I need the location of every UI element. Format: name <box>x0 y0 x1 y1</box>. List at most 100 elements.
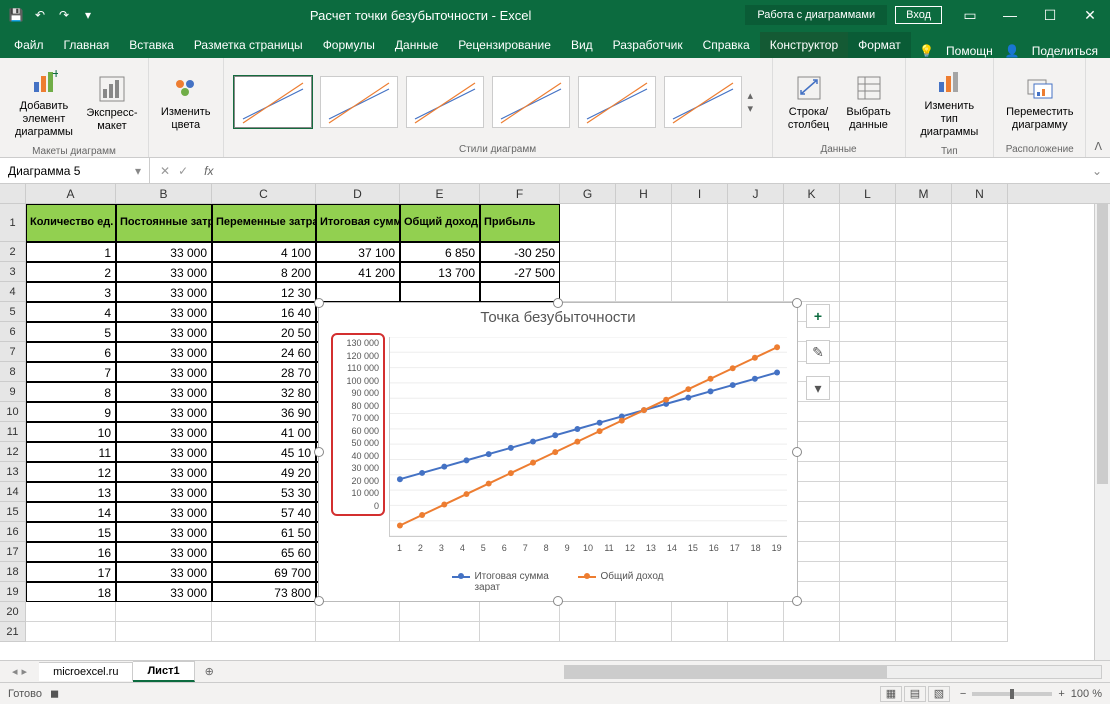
cell[interactable]: 16 <box>26 542 116 562</box>
table-header-cell[interactable]: Общий доход <box>400 204 480 242</box>
close-icon[interactable]: ✕ <box>1070 0 1110 30</box>
chart-handle[interactable] <box>792 447 802 457</box>
chart-handle[interactable] <box>553 596 563 606</box>
cell[interactable] <box>896 402 952 422</box>
cell[interactable] <box>952 562 1008 582</box>
table-header-cell[interactable]: Постоянные затраты <box>116 204 212 242</box>
cell[interactable]: 49 20 <box>212 462 316 482</box>
cell[interactable]: 20 50 <box>212 322 316 342</box>
chart-handle[interactable] <box>553 298 563 308</box>
sheet-tab-1[interactable]: microexcel.ru <box>39 662 133 681</box>
cell[interactable]: -27 500 <box>480 262 560 282</box>
cancel-formula-icon[interactable]: ✕ <box>160 164 170 178</box>
cell[interactable]: 2 <box>26 262 116 282</box>
column-header[interactable]: E <box>400 184 480 203</box>
add-sheet-button[interactable]: ⊕ <box>195 665 224 678</box>
cell[interactable] <box>840 302 896 322</box>
tab-format[interactable]: Формат <box>848 32 911 58</box>
cell[interactable] <box>840 382 896 402</box>
change-colors-button[interactable]: Изменить цвета <box>157 68 215 136</box>
chart-styles-gallery[interactable]: ▴▾ <box>232 62 764 142</box>
cell[interactable] <box>952 362 1008 382</box>
column-header[interactable]: G <box>560 184 616 203</box>
cell[interactable] <box>560 282 616 302</box>
chart-elements-button[interactable]: + <box>806 304 830 328</box>
cell[interactable]: -30 250 <box>480 242 560 262</box>
cell[interactable] <box>952 382 1008 402</box>
cell[interactable] <box>896 382 952 402</box>
tab-help-right[interactable]: Помощн <box>946 44 993 58</box>
styles-more-icon[interactable]: ▴▾ <box>748 89 764 115</box>
cell[interactable]: 33 000 <box>116 362 212 382</box>
tab-home[interactable]: Главная <box>54 32 120 58</box>
chart-handle[interactable] <box>314 447 324 457</box>
cell[interactable] <box>896 422 952 442</box>
expand-formula-icon[interactable]: ⌄ <box>1084 164 1110 178</box>
cell[interactable]: 16 40 <box>212 302 316 322</box>
cell[interactable]: 8 <box>26 382 116 402</box>
cell[interactable]: 5 <box>26 322 116 342</box>
cell[interactable] <box>952 402 1008 422</box>
cell[interactable] <box>840 562 896 582</box>
cell[interactable] <box>896 562 952 582</box>
cell[interactable] <box>952 582 1008 602</box>
cell[interactable]: 65 60 <box>212 542 316 562</box>
cell[interactable] <box>896 502 952 522</box>
cell[interactable] <box>840 362 896 382</box>
cell[interactable]: 3 <box>26 282 116 302</box>
tab-help[interactable]: Справка <box>693 32 760 58</box>
chart-handle[interactable] <box>792 596 802 606</box>
chart-handle[interactable] <box>314 596 324 606</box>
cell[interactable] <box>896 442 952 462</box>
cell[interactable] <box>840 582 896 602</box>
cell[interactable] <box>896 242 952 262</box>
cell[interactable] <box>840 442 896 462</box>
sheet-nav-next-icon[interactable]: ▸ <box>22 665 28 678</box>
qat-dropdown-icon[interactable]: ▾ <box>80 7 96 23</box>
zoom-level[interactable]: 100 % <box>1071 688 1102 700</box>
add-chart-element-button[interactable]: + Добавить элемент диаграммы <box>8 62 80 144</box>
cell[interactable] <box>728 262 784 282</box>
cell[interactable] <box>840 542 896 562</box>
undo-icon[interactable]: ↶ <box>32 7 48 23</box>
cell[interactable]: 11 <box>26 442 116 462</box>
collapse-ribbon-icon[interactable]: ᐱ <box>1086 136 1110 157</box>
cell[interactable]: 73 800 <box>212 582 316 602</box>
cell[interactable]: 33 000 <box>116 382 212 402</box>
chart-handle[interactable] <box>314 298 324 308</box>
cell[interactable]: 32 80 <box>212 382 316 402</box>
tab-share[interactable]: Поделиться <box>1032 44 1098 58</box>
cell[interactable]: 33 000 <box>116 562 212 582</box>
cell[interactable]: 6 <box>26 342 116 362</box>
cell[interactable]: 6 850 <box>400 242 480 262</box>
chart-style-thumb[interactable] <box>664 76 742 128</box>
tab-design[interactable]: Конструктор <box>760 32 848 58</box>
cell[interactable] <box>560 242 616 262</box>
cell[interactable]: 33 000 <box>116 342 212 362</box>
cell[interactable]: 33 000 <box>116 542 212 562</box>
cell[interactable] <box>952 522 1008 542</box>
cell[interactable] <box>896 482 952 502</box>
cell[interactable] <box>952 322 1008 342</box>
cell[interactable] <box>672 282 728 302</box>
cell[interactable] <box>896 542 952 562</box>
cell[interactable]: 33 000 <box>116 462 212 482</box>
cell[interactable]: 33 000 <box>116 422 212 442</box>
cell[interactable] <box>616 282 672 302</box>
tab-page-layout[interactable]: Разметка страницы <box>184 32 313 58</box>
switch-row-column-button[interactable]: Строка/столбец <box>781 68 837 136</box>
cell[interactable]: 1 <box>26 242 116 262</box>
column-header[interactable]: C <box>212 184 316 203</box>
login-button[interactable]: Вход <box>895 6 942 24</box>
cell[interactable] <box>840 462 896 482</box>
redo-icon[interactable]: ↷ <box>56 7 72 23</box>
embedded-chart[interactable]: Точка безубыточности 130 000120 000110 0… <box>318 302 798 602</box>
cell[interactable] <box>840 242 896 262</box>
chart-filters-button[interactable]: ▾ <box>806 376 830 400</box>
tab-data[interactable]: Данные <box>385 32 448 58</box>
cell[interactable] <box>952 482 1008 502</box>
cell[interactable] <box>784 242 840 262</box>
cell[interactable]: 4 100 <box>212 242 316 262</box>
cell[interactable] <box>316 282 400 302</box>
column-header[interactable]: N <box>952 184 1008 203</box>
